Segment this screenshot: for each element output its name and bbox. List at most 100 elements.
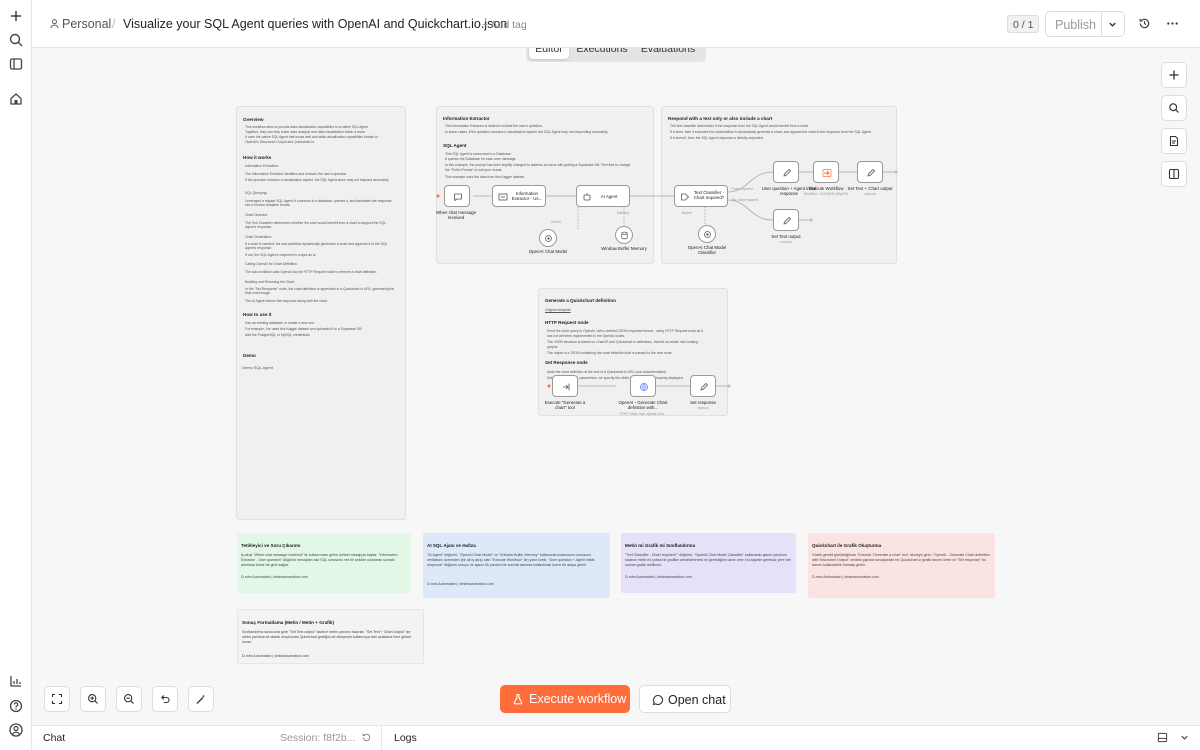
node-sublabel: manual: [780, 240, 792, 244]
breadcrumb-project[interactable]: Personal: [62, 17, 111, 31]
note-body: "AI Agent" düğümü, "OpenAI Chat Model" v…: [427, 553, 595, 567]
port-label: Model*: [681, 211, 693, 215]
note-title: Tetikleyici ve Soru Çıkarımı: [241, 543, 301, 548]
output-dot: [809, 218, 813, 222]
plus-icon[interactable]: [8, 8, 24, 24]
tag-icon: [681, 193, 690, 201]
zoom-in-button[interactable]: [80, 686, 106, 712]
node-label: OpenAI - Generate Chart definition with.…: [618, 400, 668, 410]
node-info-extractor[interactable]: Information Extractor - Us...: [492, 185, 546, 207]
workflow-title[interactable]: Visualize your SQL Agent queries with Op…: [123, 17, 507, 31]
sign-in-icon: [563, 383, 570, 391]
node-openai-classifier[interactable]: [698, 225, 716, 243]
node-openai-generate[interactable]: [630, 375, 656, 397]
note-footer: D-mim Automation | dmimautomation.com: [427, 582, 494, 586]
globe-icon: [640, 383, 648, 391]
robot-icon: [583, 193, 591, 201]
search-icon[interactable]: [8, 32, 24, 48]
plus-icon: [1169, 70, 1179, 80]
zoom-out-button[interactable]: [116, 686, 142, 712]
wand-icon: [196, 694, 206, 704]
panel-toggle-button[interactable]: [1161, 161, 1187, 187]
sidebar-toggle-icon[interactable]: [8, 56, 24, 72]
node-label: When chat message received: [435, 210, 477, 220]
node-sublabel: manual: [697, 406, 709, 410]
publish-button[interactable]: Publish: [1055, 18, 1096, 32]
undo-button[interactable]: [152, 686, 178, 712]
node-label: Window Buffer Memory: [601, 246, 647, 251]
add-tag-link[interactable]: + Add tag: [482, 19, 527, 31]
node-ai-agent[interactable]: AI Agent: [576, 185, 630, 207]
note-body: Sınıflandırma sonucuna göre "Set Text ou…: [242, 630, 411, 644]
node-openai-model[interactable]: [539, 229, 557, 247]
session-label: Session: f8f2b...: [280, 732, 356, 744]
note-title: AI SQL Ajanı ve Hafıza: [427, 543, 476, 548]
sticky-classifier-note[interactable]: Metin mi Grafik mi Sınıflandırma "Text C…: [621, 533, 796, 593]
help-icon[interactable]: [8, 698, 24, 714]
logs-panel-tab[interactable]: Logs: [394, 732, 417, 744]
left-sidebar: [0, 0, 32, 750]
sticky-note-button[interactable]: [1161, 128, 1187, 154]
node-window-memory[interactable]: [615, 226, 633, 244]
node-text-classifier[interactable]: Text Classifier - Chart required?: [674, 185, 728, 207]
output-dot: [727, 384, 731, 388]
version-badge[interactable]: 0 / 1: [1007, 15, 1040, 33]
extractor-icon: [498, 193, 508, 201]
port-label: Model: [551, 220, 561, 224]
node-set-response[interactable]: [690, 375, 716, 397]
bottom-panel-bar: Chat Session: f8f2b... Logs: [32, 725, 1200, 750]
node-set-text[interactable]: [773, 209, 799, 231]
node-label: Information Extractor - Us...: [511, 191, 543, 201]
insights-icon[interactable]: [8, 673, 24, 689]
collapse-panel-icon[interactable]: [1179, 732, 1190, 743]
workflow-canvas[interactable]: Editor Executions Evaluations Overview T…: [32, 48, 1200, 725]
open-chat-button[interactable]: Open chat: [639, 685, 731, 713]
node-sublabel: POST: https://api.openai.com...: [619, 412, 667, 416]
user-avatar-icon[interactable]: [8, 722, 24, 738]
fit-view-button[interactable]: [44, 686, 70, 712]
pencil-icon: [700, 382, 709, 391]
home-icon[interactable]: [8, 91, 24, 107]
openai-icon: [704, 231, 711, 238]
reset-session-icon[interactable]: [361, 732, 372, 743]
search-nodes-button[interactable]: [1161, 95, 1187, 121]
publish-button-group: Publish: [1045, 11, 1125, 37]
node-sublabel: Workflow: 1234NESLNBpIDH: [803, 192, 849, 196]
node-execute-workflow[interactable]: [813, 161, 839, 183]
node-exec-trigger[interactable]: [552, 375, 578, 397]
note-body: İş akışı "When chat message received" il…: [241, 553, 398, 567]
sticky-trigger-note[interactable]: Tetikleyici ve Soru Çıkarımı İş akışı "W…: [237, 533, 411, 593]
note-icon: [1169, 135, 1179, 147]
sticky-quickchart-note[interactable]: Quickchart ile Grafik Oluşturma Grafik g…: [808, 533, 995, 598]
execute-workflow-button[interactable]: Execute workflow: [500, 685, 630, 713]
more-options-icon[interactable]: [1166, 17, 1179, 30]
note-body: Grafik gerekli görüldüğünde "Execute 'Ge…: [812, 553, 990, 567]
node-chat-trigger[interactable]: [444, 185, 470, 207]
user-icon: [49, 18, 60, 29]
node-set-text-chart[interactable]: [857, 161, 883, 183]
chat-icon: [652, 694, 664, 706]
trigger-dot: [547, 384, 551, 388]
sticky-format-note[interactable]: Sonuç Formatlama (Metin / Metin + Grafik…: [237, 609, 424, 664]
node-label: Set Text + Chart output: [847, 186, 893, 191]
node-label: Set response: [690, 400, 716, 405]
node-user-question[interactable]: [773, 161, 799, 183]
history-icon[interactable]: [1138, 17, 1151, 30]
execute-label: Execute workflow: [529, 692, 627, 706]
note-body: "Text Classifier - Chart required?" düğü…: [625, 553, 791, 567]
chevron-down-icon[interactable]: [1107, 19, 1118, 30]
chat-bubble-icon: [454, 193, 462, 202]
note-footer: D-mim Automation | dmimautomation.com: [241, 575, 308, 579]
top-bar: Personal / Visualize your SQL Agent quer…: [32, 0, 1200, 48]
chat-panel-tab[interactable]: Chat: [43, 732, 65, 744]
note-title: Quickchart ile Grafik Oluşturma: [812, 543, 882, 548]
tidy-up-button[interactable]: [188, 686, 214, 712]
popout-icon[interactable]: [1157, 732, 1168, 743]
node-label: Execute Workflow: [808, 186, 844, 191]
node-label: Set Text output: [771, 234, 801, 239]
open-chat-label: Open chat: [668, 693, 726, 707]
sticky-agent-note[interactable]: AI SQL Ajanı ve Hafıza "AI Agent" düğümü…: [423, 533, 610, 598]
fit-view-icon: [51, 693, 63, 705]
breadcrumb-separator: /: [112, 17, 116, 31]
add-node-button[interactable]: [1161, 62, 1187, 88]
